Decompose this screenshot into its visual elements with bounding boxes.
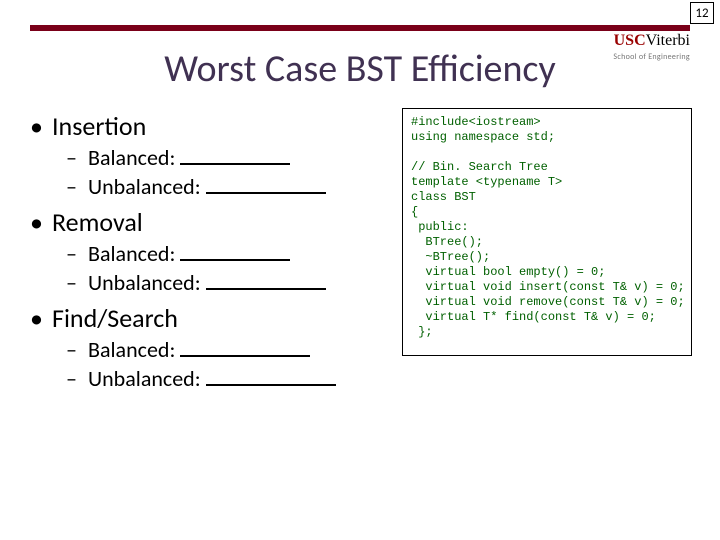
label-balanced: Balanced: bbox=[88, 144, 175, 171]
bullet-removal: Removal bbox=[30, 206, 410, 238]
header-rule bbox=[30, 25, 690, 31]
bullet-find: Find/Search bbox=[30, 302, 410, 334]
sub-unbalanced-1: Unbalanced: bbox=[66, 173, 410, 200]
blank bbox=[180, 241, 290, 261]
label-unbalanced: Unbalanced: bbox=[88, 365, 201, 392]
blank bbox=[180, 145, 290, 165]
label-unbalanced: Unbalanced: bbox=[88, 269, 201, 296]
label-balanced: Balanced: bbox=[88, 336, 175, 363]
blank bbox=[206, 174, 326, 194]
blank bbox=[206, 366, 336, 386]
code-block: #include<iostream> using namespace std; … bbox=[402, 108, 692, 356]
bullet-content: Insertion Balanced: Unbalanced: Removal … bbox=[30, 104, 410, 394]
sub-balanced-3: Balanced: bbox=[66, 336, 410, 363]
label-unbalanced: Unbalanced: bbox=[88, 173, 201, 200]
blank bbox=[206, 270, 326, 290]
label-balanced: Balanced: bbox=[88, 240, 175, 267]
sub-unbalanced-3: Unbalanced: bbox=[66, 365, 410, 392]
sub-balanced-2: Balanced: bbox=[66, 240, 410, 267]
sub-balanced-1: Balanced: bbox=[66, 144, 410, 171]
bullet-insertion: Insertion bbox=[30, 110, 410, 142]
page-number-box: 12 bbox=[690, 2, 714, 24]
slide-title: Worst Case BST Efficiency bbox=[0, 46, 720, 92]
blank bbox=[180, 337, 310, 357]
sub-unbalanced-2: Unbalanced: bbox=[66, 269, 410, 296]
page-number: 12 bbox=[695, 6, 708, 21]
